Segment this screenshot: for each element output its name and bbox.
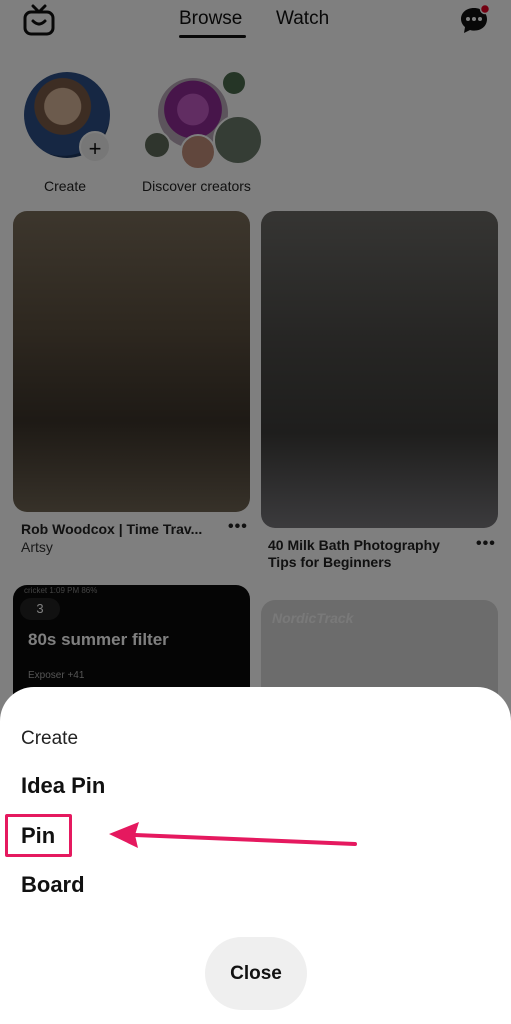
close-button-label: Close [230, 963, 282, 984]
highlight-box [5, 814, 72, 857]
pointer-arrow [109, 822, 357, 848]
create-board-option[interactable]: Board [21, 872, 85, 898]
sheet-heading: Create [21, 728, 79, 749]
create-idea-pin-option[interactable]: Idea Pin [21, 773, 105, 799]
close-button[interactable]: Close [205, 937, 307, 1010]
